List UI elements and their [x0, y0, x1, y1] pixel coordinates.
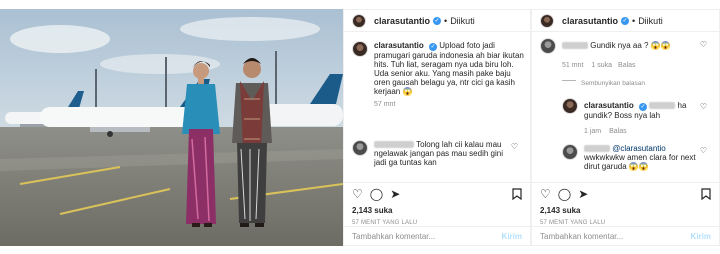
- reply-avatar[interactable]: [562, 144, 578, 160]
- post-header: clarasutantio ✓ • Diikuti: [344, 10, 530, 32]
- comment-composer: Kirim: [344, 226, 530, 245]
- post-detail-panel-b: clarasutantio ✓ • Diikuti Gundik nya aa …: [531, 9, 720, 246]
- commenter-avatar[interactable]: [352, 140, 368, 156]
- comment-bubble-icon[interactable]: ◯: [558, 188, 571, 200]
- reply-item: @clarasutantio wwkwkwkw amen clara for n…: [562, 144, 713, 171]
- verified-badge-icon: ✓: [429, 43, 438, 51]
- share-send-icon[interactable]: ➤: [578, 188, 588, 200]
- avatar[interactable]: [352, 13, 366, 28]
- following-button[interactable]: Diikuti: [450, 16, 475, 26]
- comment-composer: Kirim: [532, 226, 719, 245]
- comment-input[interactable]: [352, 231, 502, 241]
- comment-bubble-icon[interactable]: ◯: [370, 188, 383, 200]
- like-count[interactable]: 2,143 suka: [540, 206, 580, 215]
- reply-text: wwkwkwkw amen clara for next dirut garud…: [584, 153, 696, 171]
- post-detail-panel-a: clarasutantio ✓ • Diikuti clarasutantio …: [343, 9, 531, 246]
- reply-meta: 1 jam Balas: [584, 128, 713, 135]
- blurred-mention: [649, 102, 676, 110]
- like-heart-icon[interactable]: ♡: [540, 188, 551, 200]
- username-link[interactable]: clarasutantio: [374, 16, 430, 26]
- like-count[interactable]: 2,143 suka: [352, 206, 392, 215]
- reply-button[interactable]: Balas: [618, 62, 636, 69]
- caption-username[interactable]: clarasutantio: [374, 41, 424, 50]
- comment-list[interactable]: Gundik nya aa ? 😱😱 ♡ 51 mnt 1 suka Balas…: [532, 32, 719, 181]
- reply-avatar[interactable]: [562, 98, 578, 114]
- reply-time: 1 jam: [584, 128, 602, 135]
- reply-button[interactable]: Balas: [609, 128, 627, 135]
- comment-item: Gundik nya aa ? 😱😱 ♡: [540, 38, 713, 54]
- following-button[interactable]: Diikuti: [638, 16, 663, 26]
- divider-line: [562, 80, 576, 81]
- reply-like-heart-icon[interactable]: ♡: [700, 102, 707, 111]
- comment-meta: 51 mnt 1 suka Balas: [562, 62, 713, 69]
- verified-badge-icon: ✓: [621, 16, 630, 25]
- caption-avatar[interactable]: [352, 41, 368, 57]
- commenter-avatar[interactable]: [540, 38, 556, 54]
- comment-input[interactable]: [540, 231, 691, 241]
- bookmark-icon[interactable]: [512, 188, 522, 203]
- post-comment-button[interactable]: Kirim: [691, 232, 711, 241]
- blurred-username: [374, 141, 414, 149]
- post-photo[interactable]: [0, 9, 343, 246]
- like-heart-icon[interactable]: ♡: [352, 188, 363, 200]
- share-send-icon[interactable]: ➤: [390, 188, 400, 200]
- avatar[interactable]: [540, 13, 554, 28]
- caption-time: 57 mnt: [374, 101, 396, 108]
- reply-username[interactable]: clarasutantio: [584, 101, 634, 110]
- blurred-username: [584, 145, 610, 153]
- verified-badge-icon: ✓: [433, 16, 442, 25]
- bookmark-icon[interactable]: [701, 188, 711, 203]
- comment-item: Tolong lah cii kalau mau ngelawak jangan…: [352, 140, 524, 167]
- comment-likes[interactable]: 1 suka: [591, 62, 612, 69]
- separator-dot: •: [632, 15, 636, 26]
- comment-like-heart-icon[interactable]: ♡: [511, 142, 518, 151]
- separator-dot: •: [444, 15, 448, 26]
- reply-mention[interactable]: @clarasutantio: [612, 144, 665, 153]
- post-header: clarasutantio ✓ • Diikuti: [532, 10, 719, 32]
- reply-like-heart-icon[interactable]: ♡: [700, 146, 707, 155]
- airport-photo: [0, 9, 343, 246]
- comment-time: 51 mnt: [562, 62, 584, 69]
- blurred-username: [562, 42, 588, 50]
- hide-replies-label: Sembunyikan balasan: [581, 80, 645, 87]
- reply-item: clarasutantio ✓ ha gundik? Boss nya lah …: [562, 98, 713, 120]
- username-link[interactable]: clarasutantio: [562, 16, 618, 26]
- caption: clarasutantio ✓ Upload foto jadi pramuga…: [352, 41, 524, 109]
- comment-text: Gundik nya aa ? 😱😱: [590, 41, 671, 50]
- comment-like-heart-icon[interactable]: ♡: [700, 40, 707, 49]
- action-bar: ♡ ◯ ➤: [532, 182, 719, 204]
- post-comment-button[interactable]: Kirim: [502, 232, 522, 241]
- hide-replies-toggle[interactable]: Sembunyikan balasan: [562, 80, 713, 87]
- verified-badge-icon: ✓: [639, 103, 648, 111]
- action-bar: ♡ ◯ ➤: [344, 182, 530, 204]
- comment-list[interactable]: clarasutantio ✓ Upload foto jadi pramuga…: [344, 32, 530, 181]
